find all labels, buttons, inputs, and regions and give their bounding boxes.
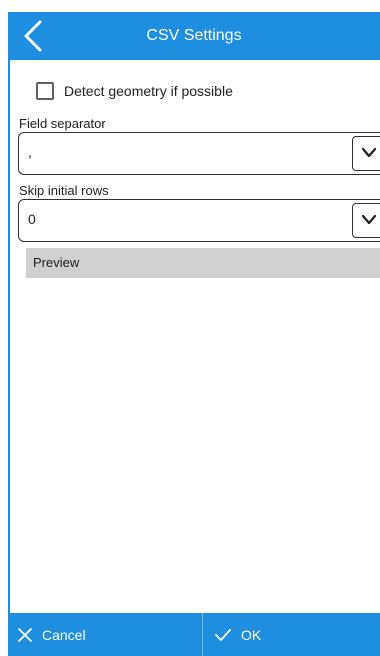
top-bar: CSV Settings (8, 12, 380, 60)
field-separator-label: Field separator (19, 116, 106, 131)
back-button[interactable] (8, 12, 60, 60)
preview-label: Preview (33, 255, 80, 270)
field-separator-value: , (28, 144, 32, 160)
csv-settings-screen: CSV Settings Detect geometry if possible… (0, 0, 380, 656)
detect-geometry-option[interactable]: Detect geometry if possible (36, 80, 233, 102)
chevron-down-icon (361, 147, 377, 158)
skip-initial-rows-expand-button[interactable] (352, 203, 380, 238)
chevron-down-icon (361, 214, 377, 225)
close-icon (18, 627, 32, 642)
detect-geometry-checkbox[interactable] (36, 82, 54, 100)
cancel-button[interactable]: Cancel (8, 613, 203, 656)
bottom-action-bar: Cancel OK (8, 613, 380, 656)
field-separator-dropdown[interactable]: , (18, 132, 380, 175)
cancel-label: Cancel (42, 626, 86, 643)
chevron-left-icon (24, 20, 42, 52)
field-separator-expand-button[interactable] (352, 136, 380, 171)
ok-button[interactable]: OK (204, 613, 380, 656)
footer-divider (202, 613, 203, 656)
skip-initial-rows-dropdown[interactable]: 0 (18, 199, 380, 242)
settings-form: Detect geometry if possible Field separa… (8, 60, 380, 613)
skip-initial-rows-value: 0 (28, 211, 36, 227)
checkmark-icon (215, 628, 231, 641)
skip-initial-rows-label: Skip initial rows (19, 183, 109, 198)
page-title: CSV Settings (146, 27, 242, 44)
preview-header: Preview (26, 248, 380, 278)
detect-geometry-label: Detect geometry if possible (64, 83, 233, 99)
ok-label: OK (241, 626, 262, 643)
